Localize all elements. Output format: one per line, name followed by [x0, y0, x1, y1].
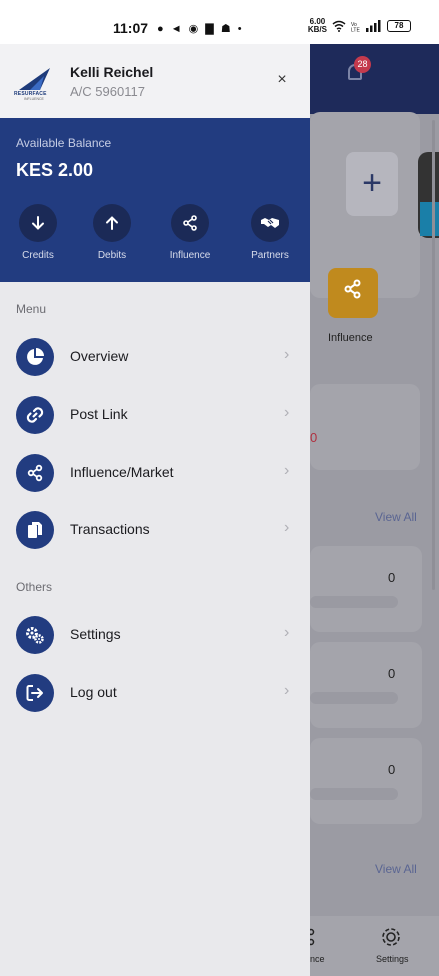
menu-item-influence-market[interactable]: Influence/Market ›	[0, 448, 310, 500]
logo-subtext: INFLUENCE	[24, 97, 44, 101]
status-right: 6.00 KB/S Vo LTE 78	[308, 18, 411, 34]
debits-button[interactable]: Debits	[82, 204, 142, 261]
balance-label: Available Balance	[16, 136, 112, 150]
view-all-link: View All	[375, 510, 417, 524]
network-speed: 6.00 KB/S	[307, 17, 327, 34]
share-icon	[310, 928, 315, 946]
menu-item-label: Transactions	[70, 521, 150, 537]
partners-label: Partners	[251, 250, 289, 261]
influence-label: Influence	[169, 250, 211, 261]
menu-item-label: Log out	[70, 684, 117, 700]
status-time: 11:07	[113, 20, 149, 36]
menu-item-transactions[interactable]: Transactions ›	[0, 505, 310, 557]
user-name: Kelli Reichel	[70, 64, 154, 80]
debits-label: Debits	[97, 250, 127, 261]
svg-text:LTE: LTE	[351, 28, 360, 33]
floating-widget-edit	[420, 202, 439, 236]
chevron-right-icon: ›	[284, 682, 290, 699]
logout-icon	[16, 674, 54, 712]
volte-icon: VoLTE	[351, 22, 360, 33]
battery-icon: 78	[387, 20, 411, 32]
menu-item-log-out[interactable]: Log out ›	[0, 668, 310, 720]
menu-item-settings[interactable]: Settings ›	[0, 610, 310, 662]
others-section-label: Others	[16, 580, 53, 594]
background-bottom-nav: nce Settings	[310, 916, 439, 976]
chevron-right-icon: ›	[284, 462, 290, 479]
background-app[interactable]: 28 + Influence 0 View All 0 0 0 View All…	[310, 44, 439, 976]
add-button: +	[346, 152, 398, 216]
influence-button[interactable]: Influence	[160, 204, 220, 261]
menu-section-label: Menu	[16, 302, 47, 316]
menu-item-post-link[interactable]: Post Link ›	[0, 390, 310, 442]
chevron-right-icon: ›	[284, 346, 290, 363]
arrow-up-icon	[93, 204, 131, 242]
background-zero-value: 0	[388, 666, 396, 681]
background-card	[310, 642, 422, 728]
profile-header: RESURFACE INFLUENCE Kelli Reichel A/C 59…	[0, 44, 310, 118]
pie-chart-icon	[16, 338, 54, 376]
balance-panel: Available Balance KES 2.00 Credits Debit…	[0, 118, 310, 282]
share-icon	[171, 204, 209, 242]
nav-label-settings: Settings	[376, 954, 409, 964]
copy-icon	[16, 511, 54, 549]
cogs-icon	[16, 616, 54, 654]
influence-tile-label: Influence	[328, 332, 373, 344]
scrollbar[interactable]	[432, 120, 435, 590]
handshake-icon	[251, 204, 289, 242]
background-red-value: 0	[310, 430, 318, 445]
background-card	[310, 738, 422, 824]
menu-item-overview[interactable]: Overview ›	[0, 332, 310, 384]
background-header: 28	[310, 44, 439, 114]
nav-label-influence: nce	[310, 954, 325, 964]
credits-button[interactable]: Credits	[8, 204, 68, 261]
menu-item-label: Post Link	[70, 406, 128, 422]
navigation-drawer: RESURFACE INFLUENCE Kelli Reichel A/C 59…	[0, 44, 310, 976]
background-card	[310, 384, 420, 470]
menu-item-label: Influence/Market	[70, 464, 174, 480]
arrow-down-icon	[19, 204, 57, 242]
menu-item-label: Overview	[70, 348, 129, 364]
wifi-icon	[332, 20, 346, 32]
link-icon	[16, 396, 54, 434]
background-bar	[310, 788, 398, 800]
signal-icon	[366, 20, 381, 32]
account-number: A/C 5960117	[70, 84, 145, 99]
background-bar	[310, 692, 398, 704]
close-icon[interactable]: ×	[272, 70, 292, 90]
influence-tile-icon	[328, 268, 378, 318]
background-zero-value: 0	[388, 570, 396, 585]
notification-badge: 28	[354, 56, 371, 73]
background-zero-value: 0	[388, 762, 396, 777]
notification-icons: ● ◄ ◉ ▇ ☗ •	[157, 23, 244, 35]
background-bar	[310, 596, 398, 608]
balance-amount: KES 2.00	[16, 160, 94, 180]
status-bar: 11:07 ● ◄ ◉ ▇ ☗ • 6.00 KB/S Vo LTE 78	[0, 0, 439, 44]
menu-item-label: Settings	[70, 626, 121, 642]
gear-icon	[382, 928, 400, 946]
background-card	[310, 546, 422, 632]
chevron-right-icon: ›	[284, 624, 290, 641]
chevron-right-icon: ›	[284, 519, 290, 536]
chevron-right-icon: ›	[284, 404, 290, 421]
credits-label: Credits	[22, 250, 54, 261]
share-icon	[16, 454, 54, 492]
view-all-link: View All	[375, 862, 417, 876]
partners-button[interactable]: Partners	[240, 204, 300, 261]
